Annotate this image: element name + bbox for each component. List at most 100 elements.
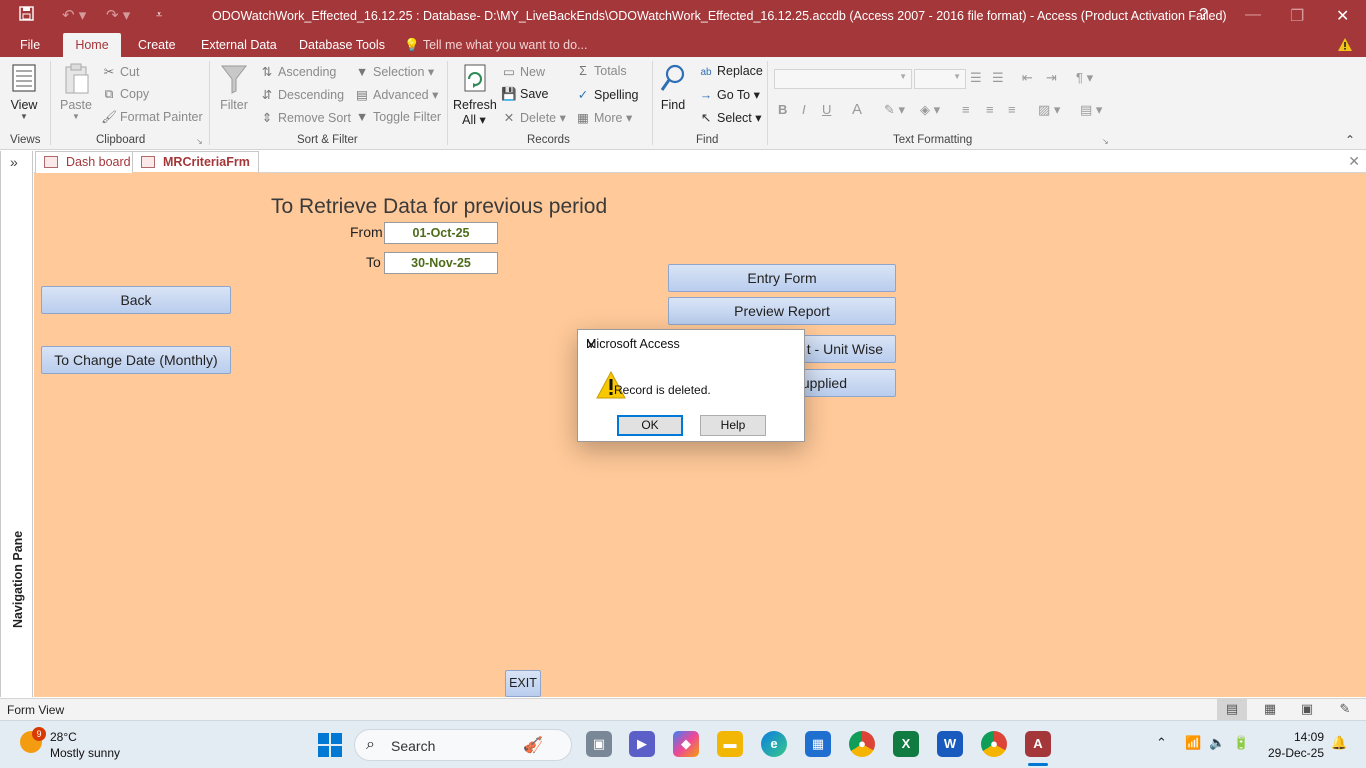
windows-start-icon[interactable] — [318, 733, 342, 757]
tab-mrcriteriafrm[interactable]: MRCriteriaFrm — [132, 151, 259, 173]
collapse-ribbon-icon[interactable]: ⌃ — [1345, 133, 1355, 147]
layout-view-icon[interactable]: ▣ — [1292, 699, 1322, 720]
dialog-launcher-icon[interactable]: ↘ — [196, 137, 203, 146]
format-painter-button[interactable]: 🖌 Format Painter — [101, 110, 203, 125]
advanced-button[interactable]: ▤ Advanced ▾ — [354, 87, 438, 102]
customize-quick-access-icon[interactable]: ⩡ — [156, 9, 162, 22]
more-button[interactable]: ▦ More ▾ — [575, 110, 632, 125]
tab-create[interactable]: Create — [128, 33, 186, 57]
numbering-icon[interactable]: ☰ — [992, 70, 1004, 86]
volume-icon[interactable]: 🔈 — [1209, 735, 1225, 751]
tab-file[interactable]: File — [10, 33, 50, 57]
ok-button[interactable]: OK — [617, 415, 683, 436]
to-date-field[interactable]: 30-Nov-25 — [384, 252, 498, 274]
change-date-monthly-button[interactable]: To Change Date (Monthly) — [41, 346, 231, 374]
italic-button[interactable]: I — [802, 102, 806, 117]
word-icon[interactable]: W — [937, 731, 963, 757]
delete-record-button[interactable]: ✕ Delete ▾ — [501, 110, 566, 125]
excel-icon[interactable]: X — [893, 731, 919, 757]
file-explorer-icon[interactable]: ▬ — [717, 731, 743, 757]
navigation-pane-label[interactable]: Navigation Pane — [11, 531, 25, 628]
datasheet-view-icon[interactable]: ▦ — [1255, 699, 1285, 720]
back-button[interactable]: Back — [41, 286, 231, 314]
preview-report-button[interactable]: Preview Report — [668, 297, 896, 325]
tab-external-data[interactable]: External Data — [191, 33, 287, 57]
help-button[interactable]: ? — [1199, 6, 1208, 24]
close-icon[interactable]: ✕ — [1336, 6, 1349, 26]
battery-icon[interactable]: 🔋 — [1233, 735, 1249, 751]
toggle-filter-button[interactable]: ▼ Toggle Filter — [354, 110, 441, 124]
clock[interactable]: 14:09 29-Dec-25 — [1262, 729, 1324, 761]
view-button[interactable]: View ▼ — [8, 63, 40, 121]
design-view-icon[interactable]: ✎ — [1330, 699, 1360, 720]
replace-button[interactable]: ab Replace — [698, 64, 762, 78]
chevron-up-icon[interactable]: ⌃ — [1156, 735, 1167, 751]
tab-dash-board[interactable]: Dash board — [35, 151, 140, 173]
tab-home[interactable]: Home — [63, 33, 121, 57]
teams-icon[interactable]: ▶ — [629, 731, 655, 757]
chrome-profile-icon[interactable]: ● — [981, 731, 1007, 757]
edge-icon[interactable]: e — [761, 731, 787, 757]
select-button[interactable]: ↖ Select ▾ — [698, 110, 762, 125]
redo-icon[interactable]: ↷ ▾ — [106, 6, 130, 24]
tell-me-search[interactable]: 💡 Tell me what you want to do... — [404, 33, 588, 57]
warning-icon[interactable] — [1337, 37, 1353, 52]
from-date-field[interactable]: 01-Oct-25 — [384, 222, 498, 244]
wifi-icon[interactable]: 📶 — [1185, 735, 1201, 751]
descending-button[interactable]: ⇵ Descending — [259, 87, 344, 102]
save-icon[interactable] — [19, 6, 34, 25]
find-button[interactable]: Find — [657, 63, 689, 112]
ascending-button[interactable]: ⇅ Ascending — [259, 64, 337, 79]
bold-button[interactable]: B — [778, 102, 787, 117]
save-record-button[interactable]: 💾 Save — [501, 87, 548, 102]
selection-button[interactable]: ▼ Selection ▾ — [354, 64, 434, 79]
refresh-all-button[interactable]: Refresh All ▾ — [453, 63, 497, 127]
expand-nav-icon[interactable]: » — [10, 154, 18, 170]
store-icon[interactable]: ▦ — [805, 731, 831, 757]
totals-button[interactable]: Σ Totals — [575, 64, 627, 78]
font-name-combo[interactable]: ▼ — [774, 69, 912, 89]
copilot-icon[interactable]: ◆ — [673, 731, 699, 757]
task-view-icon[interactable]: ▣ — [586, 731, 612, 757]
exit-button[interactable]: EXIT — [505, 670, 541, 697]
notification-bell-icon[interactable]: 🔔 — [1331, 735, 1347, 751]
undo-icon[interactable]: ↶ ▾ — [62, 6, 86, 24]
dialog-launcher-icon[interactable]: ↘ — [1102, 137, 1109, 146]
paste-button[interactable]: Paste ▼ — [58, 63, 94, 121]
access-icon[interactable]: A — [1025, 731, 1051, 757]
navigation-pane[interactable]: » Navigation Pane — [0, 151, 33, 697]
fill-color-icon[interactable]: ◈ ▾ — [920, 102, 940, 118]
increase-indent-icon[interactable]: ⇥ — [1046, 70, 1057, 86]
tab-database-tools[interactable]: Database Tools — [289, 33, 395, 57]
font-size-combo[interactable]: ▼ — [914, 69, 966, 89]
form-view-icon[interactable]: ▤ — [1217, 699, 1247, 720]
underline-button[interactable]: U — [822, 102, 831, 117]
goto-button[interactable]: → Go To ▾ — [698, 87, 760, 102]
selection-label: Selection — [373, 65, 425, 79]
filter-button[interactable]: Filter — [217, 63, 251, 112]
cut-button[interactable]: ✂ Cut — [101, 64, 140, 79]
decrease-indent-icon[interactable]: ⇤ — [1022, 70, 1033, 86]
minimize-icon[interactable]: — — [1245, 6, 1261, 24]
gridlines-icon[interactable]: ▤ ▾ — [1080, 102, 1102, 118]
funnel-icon — [220, 65, 248, 94]
new-record-button[interactable]: ▭ New — [501, 64, 545, 79]
remove-sort-button[interactable]: ⇕ Remove Sort — [259, 110, 351, 125]
help-button[interactable]: Help — [700, 415, 766, 436]
align-right-icon[interactable]: ≡ — [1008, 102, 1016, 117]
highlight-icon[interactable]: ✎ ▾ — [884, 102, 905, 118]
align-center-icon[interactable]: ≡ — [986, 102, 994, 117]
close-document-icon[interactable]: ✕ — [1348, 153, 1360, 170]
alternate-row-color-icon[interactable]: ▨ ▾ — [1038, 102, 1060, 118]
bullets-icon[interactable]: ☰ — [970, 70, 982, 86]
close-icon[interactable]: ✕ — [586, 337, 796, 352]
spelling-button[interactable]: ✓ Spelling — [575, 87, 639, 102]
taskbar-search[interactable]: ⌕ Search 🎻 — [354, 729, 572, 761]
chrome-icon[interactable]: ● — [849, 731, 875, 757]
entry-form-button[interactable]: Entry Form — [668, 264, 896, 292]
font-color-button[interactable]: A — [852, 101, 862, 118]
align-left-icon[interactable]: ≡ — [962, 102, 970, 117]
restore-icon[interactable]: ❐ — [1290, 6, 1304, 26]
paragraph-direction-icon[interactable]: ¶ ▾ — [1076, 70, 1093, 86]
copy-button[interactable]: ⧉ Copy — [101, 87, 150, 102]
